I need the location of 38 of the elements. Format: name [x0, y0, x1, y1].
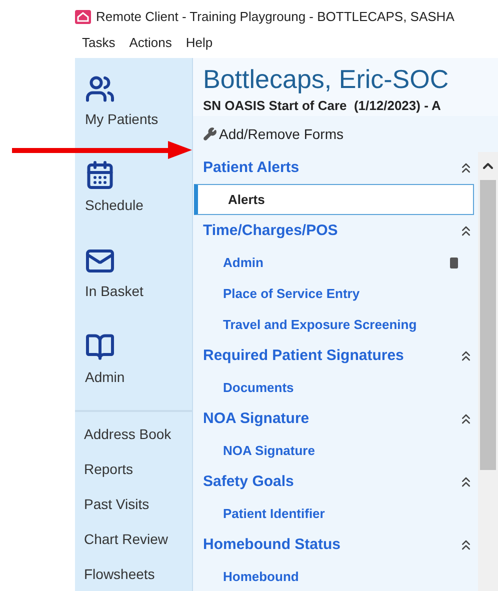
form-item[interactable]: Travel and Exposure Screening: [193, 309, 478, 340]
book-icon: [85, 332, 115, 362]
menu-item[interactable]: Help: [186, 33, 213, 53]
sidebar-link[interactable]: Address Book: [75, 424, 192, 445]
scrollbar-thumb[interactable]: [480, 180, 496, 470]
sidebar-nav-item[interactable]: My Patients: [75, 74, 192, 128]
section-heading: Homebound Status: [203, 534, 340, 555]
form-item[interactable]: Alerts: [194, 184, 474, 215]
form-item[interactable]: Place of Service Entry: [193, 278, 478, 309]
calendar-icon: [85, 160, 115, 190]
scrollbar[interactable]: [478, 152, 498, 591]
section-heading: Safety Goals: [203, 472, 294, 492]
visit-title: SN OASIS Start of Care (1/12/2023) - A: [202, 97, 442, 115]
sidebar-link[interactable]: Chart Review: [75, 529, 192, 550]
wrench-icon: [203, 127, 217, 141]
window-title: Remote Client - Training Playgroung - BOTTLECAPS, SASHA: [96, 8, 454, 26]
sidebar-nav-item[interactable]: Schedule: [75, 160, 192, 214]
form-item[interactable]: Patient Identifier: [193, 498, 478, 529]
mobile-device-icon: [448, 256, 460, 268]
sidebar-link[interactable]: Past Visits: [75, 494, 192, 515]
sidebar-nav-item[interactable]: In Basket: [75, 246, 192, 300]
section-heading: NOA Signature: [203, 408, 310, 429]
section-heading: Required Patient Signatures: [203, 346, 404, 366]
form-item[interactable]: Admin: [193, 247, 478, 278]
sidebar-nav-item[interactable]: Admin: [75, 332, 192, 386]
menu-item[interactable]: Tasks: [82, 33, 116, 53]
sidebar-link[interactable]: Reports: [75, 459, 192, 480]
section-heading: Time/Charges/POS: [203, 220, 338, 241]
menu-item[interactable]: Actions: [129, 33, 172, 53]
form-item[interactable]: Homebound: [193, 561, 478, 591]
patient-name: Bottlecaps, Eric-SOC: [202, 63, 450, 96]
people-icon: [85, 74, 115, 104]
app-logo-icon: [75, 10, 91, 24]
form-item[interactable]: NOA Signature: [193, 435, 478, 466]
sidebar-link[interactable]: Flowsheets: [75, 564, 192, 585]
form-item[interactable]: Documents: [193, 372, 478, 403]
section-heading: Patient Alerts: [203, 158, 300, 178]
add-remove-forms-link[interactable]: Add/Remove Forms: [203, 124, 344, 144]
